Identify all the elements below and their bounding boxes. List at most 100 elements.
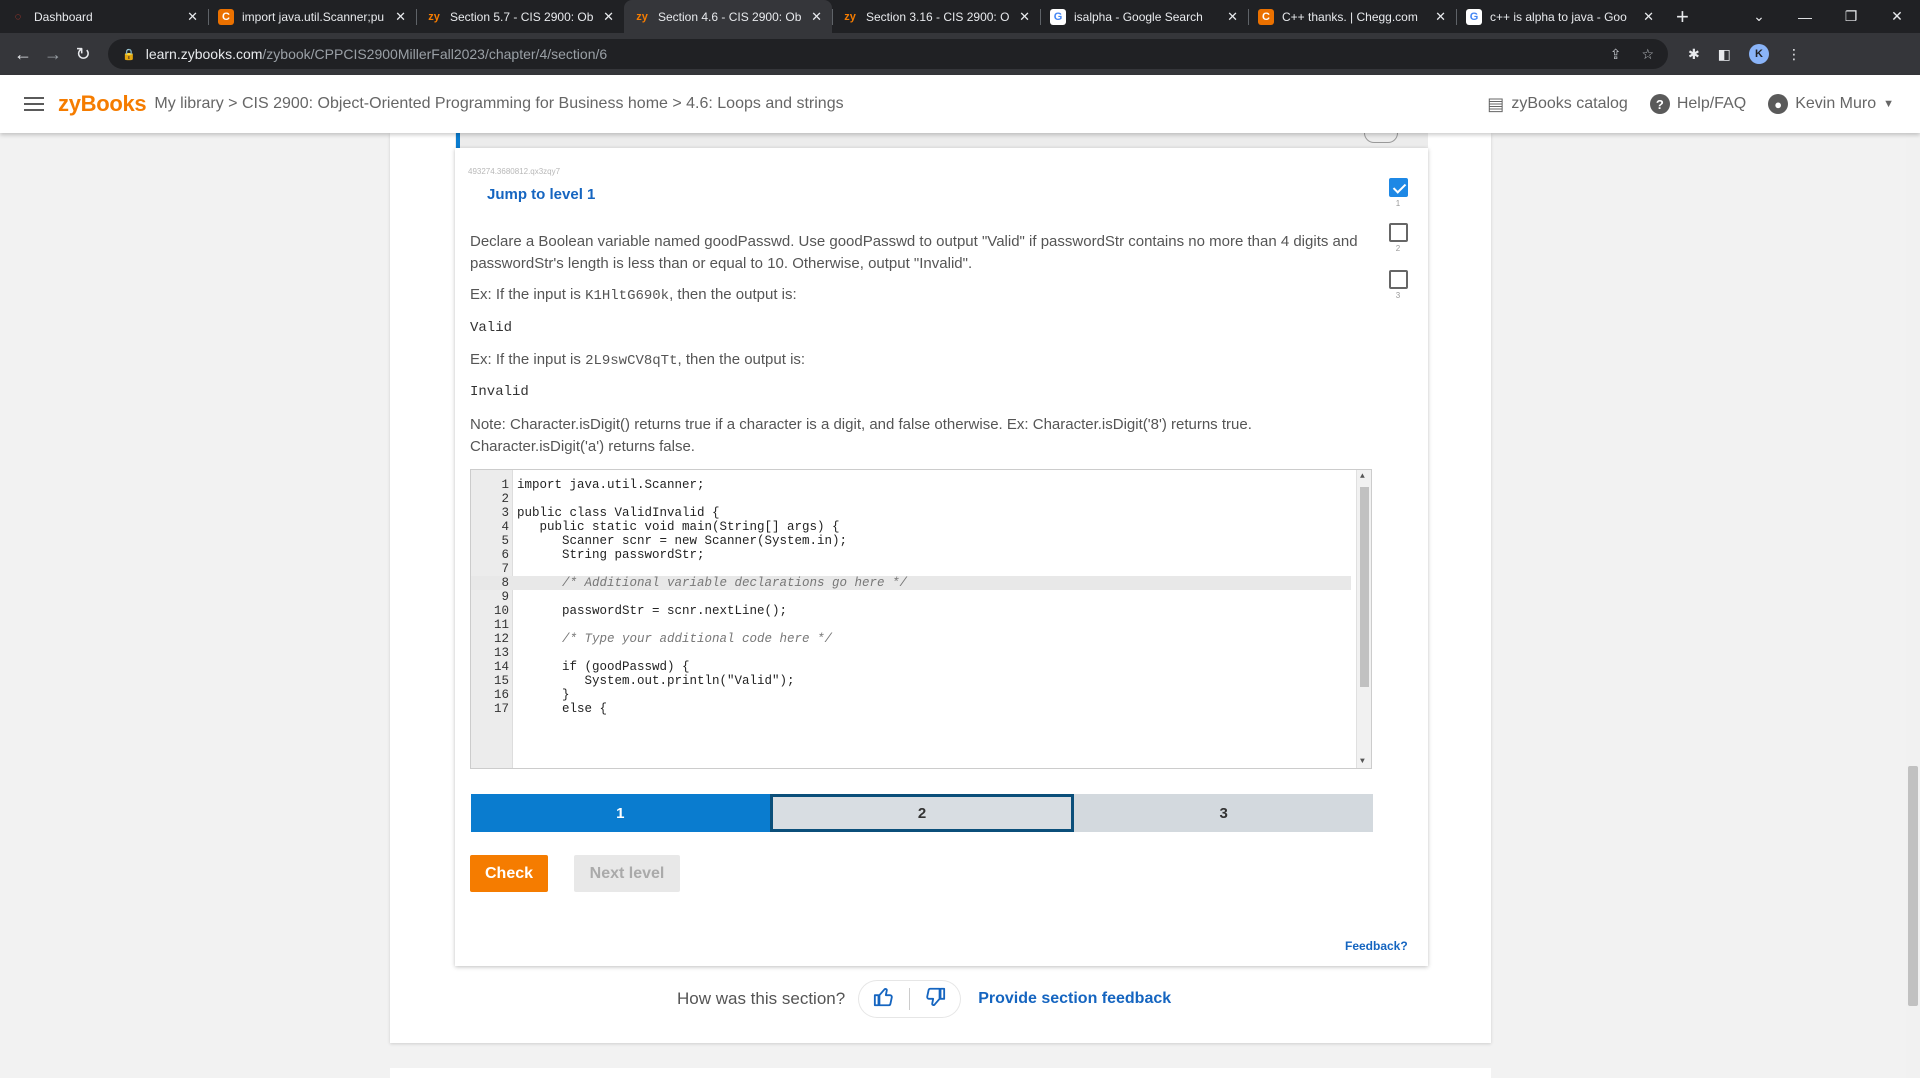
browser-tab-3[interactable]: zy Section 5.7 - CIS 2900: Ob ✕ — [416, 0, 624, 33]
tab-close-icon[interactable]: ✕ — [395, 9, 406, 25]
code-text: System.out.println("Valid"); — [517, 674, 795, 688]
browser-tab-2[interactable]: Cimport java.util.Scanner;pu ✕ — [208, 0, 416, 33]
profile-avatar[interactable]: K — [1748, 44, 1769, 64]
browser-tab-5[interactable]: zy Section 3.16 - CIS 2900: O ✕ — [832, 0, 1040, 33]
level-checkbox-1[interactable]: 1 — [1388, 178, 1408, 208]
code-line[interactable]: 9 — [471, 590, 1351, 604]
code-line[interactable]: 4 public static void main(String[] args)… — [471, 520, 1351, 534]
browser-tab-6[interactable]: Gisalpha - Google Search ✕ — [1040, 0, 1248, 33]
tab-close-icon[interactable]: ✕ — [811, 9, 822, 25]
breadcrumb[interactable]: My library > CIS 2900: Object-Oriented P… — [154, 95, 843, 113]
zybooks-icon: zy — [636, 10, 648, 23]
lock-icon: 🔒 — [122, 48, 136, 61]
browser-tab-8[interactable]: Gc++ is alpha to java - Goo ✕ — [1456, 0, 1664, 33]
user-menu[interactable]: ● Kevin Muro ▼ — [1768, 94, 1894, 114]
catalog-link[interactable]: ▤ zyBooks catalog — [1487, 94, 1628, 115]
scroll-up-icon[interactable]: ▲ — [1360, 472, 1365, 481]
code-line[interactable]: 6 String passwordStr; — [471, 548, 1351, 562]
code-line[interactable]: 7 — [471, 562, 1351, 576]
new-tab-button[interactable]: + — [1664, 0, 1701, 33]
next-level-button[interactable]: Next level — [574, 855, 680, 892]
editor-scrollbar[interactable]: ▲ ▼ — [1356, 470, 1371, 768]
restore-icon[interactable]: ❐ — [1828, 8, 1874, 25]
line-number: 7 — [501, 562, 509, 576]
previous-activity-edge — [455, 133, 1428, 149]
back-icon[interactable]: ← — [8, 44, 38, 65]
example-2: Ex: If the input is 2L9swCV8qTt, then th… — [470, 349, 1370, 372]
tab-title: Section 4.6 - CIS 2900: Ob — [658, 9, 802, 24]
tab-close-icon[interactable]: ✕ — [1435, 9, 1446, 25]
level-3-box — [1388, 270, 1408, 289]
line-number: 3 — [501, 506, 509, 520]
code-line[interactable]: 5 Scanner scnr = new Scanner(System.in); — [471, 534, 1351, 548]
page-scroll-thumb[interactable] — [1908, 766, 1918, 1006]
code-line[interactable]: 16 } — [471, 688, 1351, 702]
chegg-icon: C — [218, 8, 234, 25]
feedback-link[interactable]: Feedback? — [1345, 939, 1408, 953]
browser-tab-4[interactable]: zy Section 4.6 - CIS 2900: Ob ✕ — [624, 0, 832, 33]
editor-scroll-thumb[interactable] — [1360, 487, 1369, 687]
code-line[interactable]: 14 if (goodPasswd) { — [471, 660, 1351, 674]
thumbs-group — [859, 981, 961, 1017]
scroll-down-icon[interactable]: ▼ — [1360, 757, 1365, 766]
level-checkbox-2[interactable]: 2 — [1388, 223, 1408, 253]
line-number: 9 — [501, 590, 509, 604]
level-checkbox-3[interactable]: 3 — [1388, 270, 1408, 300]
chegg-icon: C — [1258, 8, 1274, 25]
code-line[interactable]: 12 /* Type your additional code here */ — [471, 632, 1351, 646]
level-tab-2[interactable]: 2 — [769, 794, 1075, 832]
check-button[interactable]: Check — [470, 855, 548, 892]
thumbs-down-icon[interactable] — [924, 986, 946, 1013]
tab-search-icon[interactable]: ⌄ — [1736, 8, 1782, 25]
minimize-icon[interactable]: — — [1782, 9, 1828, 25]
code-line[interactable]: 1 import java.util.Scanner; — [471, 478, 1351, 492]
help-link[interactable]: ? Help/FAQ — [1649, 94, 1746, 114]
close-window-icon[interactable]: ✕ — [1874, 8, 1920, 25]
level-tab-1[interactable]: 1 — [471, 794, 770, 832]
line-number: 17 — [493, 702, 509, 716]
url-field[interactable]: 🔒 learn.zybooks.com/zybook/CPPCIS2900Mil… — [108, 39, 1668, 69]
browser-tab-1[interactable]: ◌ Dashboard ✕ — [0, 0, 208, 33]
provide-section-feedback-link[interactable]: Provide section feedback — [978, 990, 1171, 1008]
level-2-box — [1388, 223, 1408, 242]
page-scrollbar[interactable] — [1906, 133, 1920, 1078]
tab-close-icon[interactable]: ✕ — [1643, 9, 1654, 25]
tab-close-icon[interactable]: ✕ — [603, 9, 614, 25]
tab-title: import java.util.Scanner;pu — [242, 9, 385, 24]
catalog-book-icon: ▤ — [1487, 93, 1505, 114]
example-2-suffix: , then the output is: — [677, 351, 806, 368]
tab-close-icon[interactable]: ✕ — [1019, 9, 1030, 25]
browser-menu-icon[interactable]: ⋮ — [1787, 46, 1801, 63]
extensions-puzzle-icon[interactable]: ✱ — [1688, 46, 1700, 63]
tab-close-icon[interactable]: ✕ — [1227, 9, 1238, 25]
tab-close-icon[interactable]: ✕ — [187, 9, 198, 25]
rating-question: How was this section? — [677, 989, 846, 1008]
browser-tab-7[interactable]: C C++ thanks. | Chegg.com ✕ — [1248, 0, 1456, 33]
example-2-output: Invalid — [470, 384, 529, 400]
tab-title: Dashboard — [34, 9, 93, 24]
tab-title: C++ thanks. | Chegg.com — [1282, 9, 1418, 24]
code-line[interactable]: 11 — [471, 618, 1351, 632]
user-avatar-icon: ● — [1768, 94, 1789, 114]
reload-icon[interactable]: ↻ — [68, 44, 98, 65]
code-line[interactable]: 8 /* Additional variable declarations go… — [471, 576, 1351, 590]
code-editor[interactable]: 1 import java.util.Scanner; 2 3 public class… — [470, 469, 1372, 769]
share-icon[interactable]: ⇪ — [1610, 46, 1622, 63]
code-line[interactable]: 2 — [471, 492, 1351, 506]
code-line[interactable]: 13 — [471, 646, 1351, 660]
level-tab-3[interactable]: 3 — [1074, 794, 1374, 832]
code-line[interactable]: 15 System.out.println("Valid"); — [471, 674, 1351, 688]
zybooks-logo[interactable]: zyBooks — [58, 91, 147, 117]
jump-to-level-link[interactable]: Jump to level 1 — [487, 186, 595, 203]
forward-icon[interactable]: → — [38, 44, 68, 65]
code-line[interactable]: 3 public class ValidInvalid { — [471, 506, 1351, 520]
code-line[interactable]: 17 else { — [471, 702, 1351, 716]
side-panel-icon[interactable]: ◧ — [1718, 46, 1731, 63]
code-line[interactable]: 10 passwordStr = scnr.nextLine(); — [471, 604, 1351, 618]
hamburger-menu-icon[interactable] — [24, 97, 44, 111]
line-number: 2 — [501, 492, 509, 506]
code-text: if (goodPasswd) { — [517, 660, 690, 674]
level-1-box — [1388, 178, 1408, 197]
thumbs-up-icon[interactable] — [873, 986, 895, 1013]
bookmark-star-icon[interactable]: ☆ — [1641, 46, 1654, 63]
